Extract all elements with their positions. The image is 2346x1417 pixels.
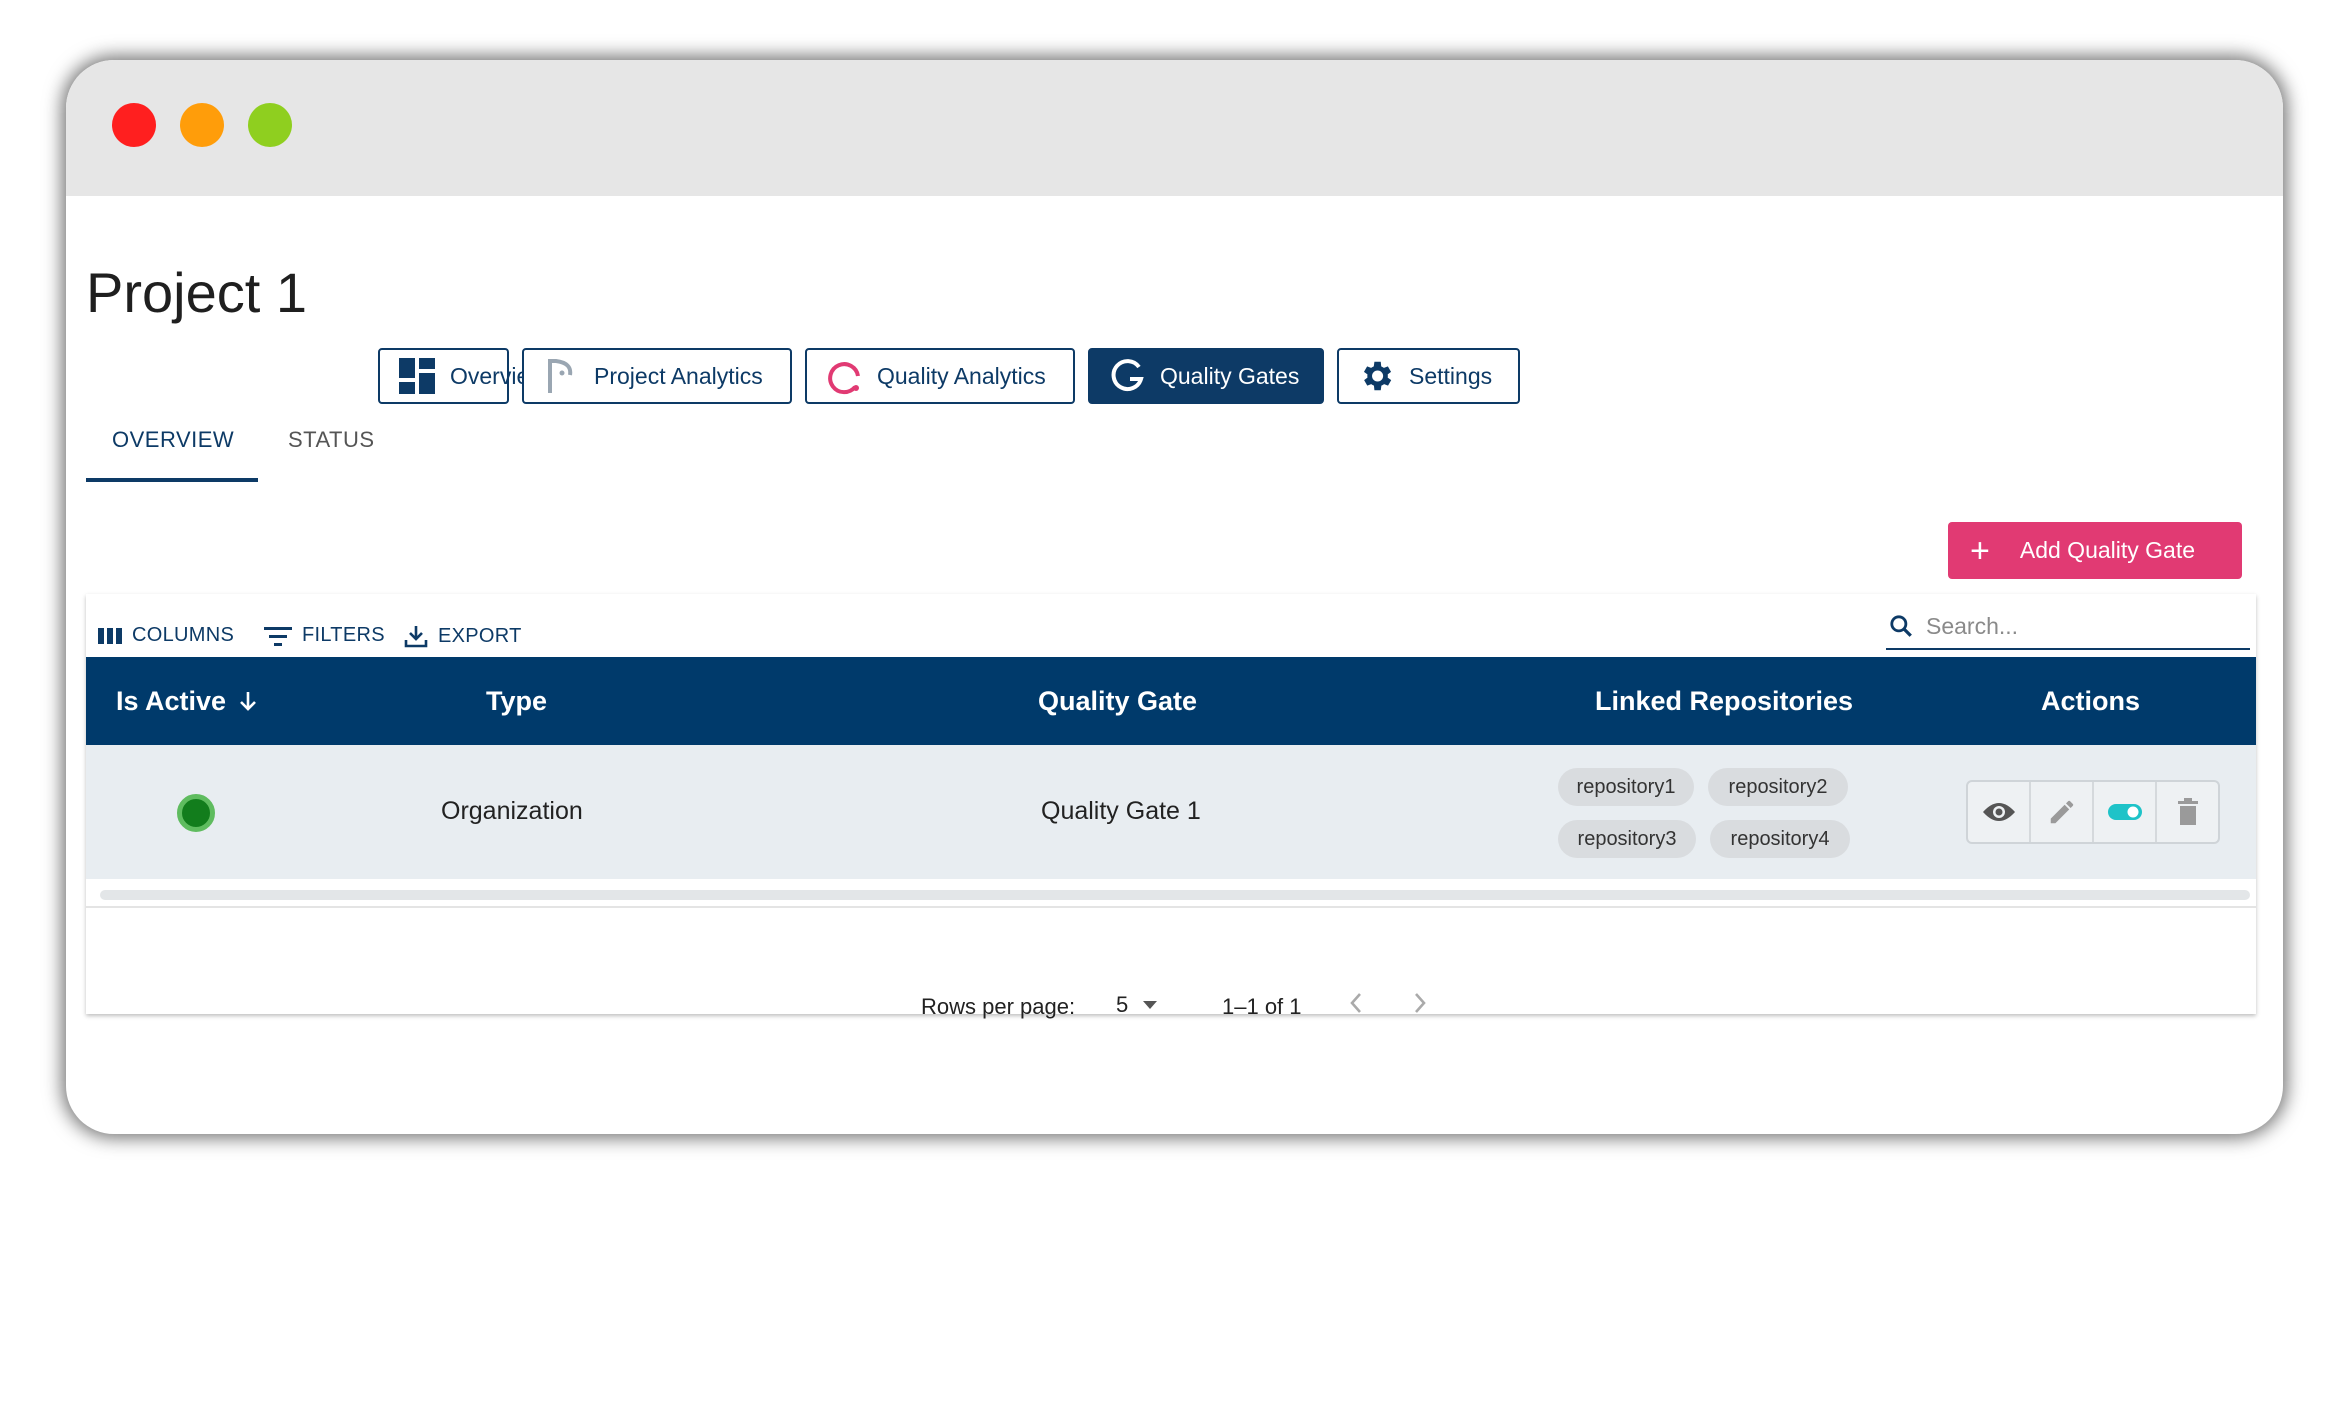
view-button[interactable] xyxy=(1968,782,2031,842)
nav-settings-label: Settings xyxy=(1409,362,1493,389)
repository-chip[interactable]: repository1 xyxy=(1558,768,1694,806)
close-window-dot[interactable] xyxy=(112,103,156,147)
download-icon xyxy=(404,626,428,648)
row-actions xyxy=(1966,780,2220,844)
export-button[interactable]: EXPORT xyxy=(404,624,522,648)
filters-label: FILTERS xyxy=(302,624,385,646)
search-input[interactable] xyxy=(1924,611,2228,641)
header-quality-gate[interactable]: Quality Gate xyxy=(1038,657,1197,745)
toggle-active-button[interactable] xyxy=(2094,782,2157,842)
nav-overview-button[interactable]: Overview xyxy=(378,348,546,404)
project-analytics-icon xyxy=(542,357,580,395)
table-row[interactable]: Organization Quality Gate 1 repository1 … xyxy=(86,745,2256,879)
browser-window: Project 1 Overview Project Analytics Qua… xyxy=(66,60,2283,1134)
previous-page-button[interactable] xyxy=(1348,991,1364,1021)
cell-type: Organization xyxy=(441,797,583,825)
chevron-right-icon xyxy=(1415,993,1426,1013)
rows-per-page-label: Rows per page: xyxy=(921,994,1076,1019)
rows-per-page-value: 5 xyxy=(1116,992,1129,1017)
horizontal-scrollbar[interactable] xyxy=(100,890,2250,900)
caret-down-icon xyxy=(1143,1001,1158,1009)
nav-quality-gates-button[interactable]: Quality Gates xyxy=(1088,348,1324,404)
dashboard-icon xyxy=(398,357,436,395)
nav-settings-button[interactable]: Settings xyxy=(1337,348,1520,404)
footer-divider xyxy=(86,906,2256,908)
minimize-window-dot[interactable] xyxy=(180,103,224,147)
nav-quality-analytics-button[interactable]: Quality Analytics xyxy=(805,348,1075,404)
header-actions: Actions xyxy=(2041,685,2141,716)
header-type[interactable]: Type xyxy=(486,657,547,745)
nav-quality-gates-label: Quality Gates xyxy=(1160,362,1300,389)
trash-icon xyxy=(2177,798,2198,825)
pencil-icon xyxy=(2050,800,2073,824)
chevron-left-icon xyxy=(1350,993,1361,1013)
edit-button[interactable] xyxy=(2031,782,2094,842)
columns-icon xyxy=(98,627,122,644)
add-quality-gate-button[interactable]: + Add Quality Gate xyxy=(1948,522,2242,579)
repository-chip[interactable]: repository4 xyxy=(1710,820,1850,858)
filter-icon xyxy=(264,626,292,646)
window-titlebar xyxy=(66,60,2283,196)
page-title: Project 1 xyxy=(86,261,307,324)
sort-down-icon xyxy=(240,692,256,711)
header-is-active[interactable]: Is Active xyxy=(116,657,258,745)
header-is-active-label: Is Active xyxy=(116,685,227,716)
columns-button[interactable]: COLUMNS xyxy=(98,624,234,647)
active-status-dot xyxy=(177,794,215,832)
quality-analytics-icon xyxy=(825,357,863,395)
plus-icon: + xyxy=(1970,531,1990,570)
delete-button[interactable] xyxy=(2157,782,2218,842)
maximize-window-dot[interactable] xyxy=(248,103,292,147)
nav-project-analytics-button[interactable]: Project Analytics xyxy=(522,348,792,404)
rows-per-page-select[interactable]: 5 xyxy=(1116,992,1158,1018)
tab-overview[interactable]: OVERVIEW xyxy=(112,427,234,453)
toggle-on-icon xyxy=(2107,804,2142,820)
nav-project-analytics-label: Project Analytics xyxy=(594,362,763,389)
next-page-button[interactable] xyxy=(1412,991,1428,1021)
repository-chip[interactable]: repository2 xyxy=(1708,768,1848,806)
eye-icon xyxy=(1982,803,2015,821)
gear-icon xyxy=(1357,357,1395,395)
repository-chip[interactable]: repository3 xyxy=(1558,820,1696,858)
tab-status[interactable]: STATUS xyxy=(288,427,375,453)
search-icon xyxy=(1890,615,1912,637)
header-linked-repositories[interactable]: Linked Repositories xyxy=(1595,657,1853,745)
export-label: EXPORT xyxy=(438,624,522,647)
nav-quality-analytics-label: Quality Analytics xyxy=(877,362,1046,389)
table-header: Is Active Type Quality Gate Linked Repos… xyxy=(86,657,2256,745)
filters-button[interactable]: FILTERS xyxy=(264,624,385,647)
columns-label: COLUMNS xyxy=(132,624,235,646)
pagination-range: 1–1 of 1 xyxy=(1222,994,1302,1019)
quality-gates-grid: COLUMNS FILTERS EXPORT Is Active Type Qu… xyxy=(86,594,2256,1019)
search-box[interactable] xyxy=(1886,604,2250,650)
add-quality-gate-label: Add Quality Gate xyxy=(2019,537,2196,563)
quality-gates-icon xyxy=(1108,357,1146,395)
tab-indicator xyxy=(86,478,258,482)
cell-quality-gate: Quality Gate 1 xyxy=(1041,797,1201,825)
